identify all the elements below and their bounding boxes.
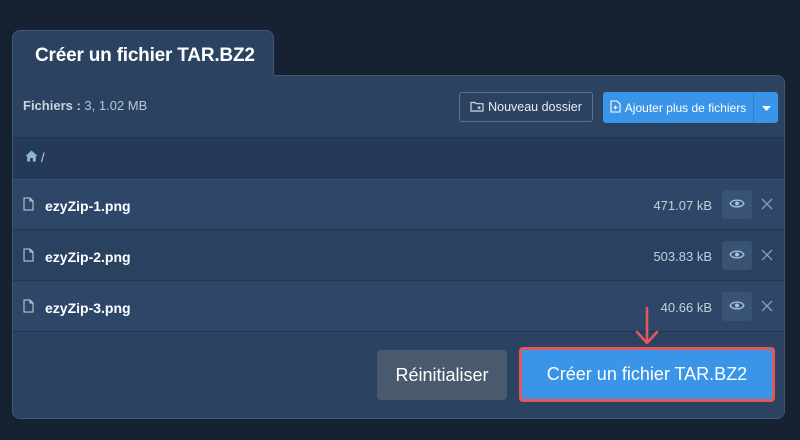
arrow-down-icon <box>634 306 660 351</box>
preview-button[interactable] <box>722 292 752 321</box>
file-size: 471.07 kB <box>653 198 712 213</box>
file-name: ezyZip-3.png <box>45 300 131 316</box>
file-row: ezyZip-2.png 503.83 kB <box>13 230 784 281</box>
close-icon[interactable] <box>759 247 775 263</box>
add-files-label: Ajouter plus de fichiers <box>624 100 747 115</box>
file-size: 40.66 kB <box>660 300 712 315</box>
action-footer: Réinitialiser Créer un fichier TAR.BZ2 <box>13 333 784 418</box>
breadcrumb: / <box>13 138 784 178</box>
breadcrumb-path: / <box>41 150 45 165</box>
file-row: ezyZip-1.png 471.07 kB <box>13 179 784 230</box>
file-name: ezyZip-2.png <box>45 249 131 265</box>
caret-down-icon <box>761 99 771 117</box>
new-folder-button[interactable]: Nouveau dossier <box>459 92 593 122</box>
eye-icon <box>729 247 745 265</box>
add-files-dropdown-toggle[interactable] <box>753 92 778 123</box>
file-panel: Fichiers : 3, 1.02 MB Nouveau dossier Aj… <box>12 75 785 419</box>
eye-icon <box>729 196 745 214</box>
file-icon <box>23 197 34 216</box>
add-files-button[interactable]: Ajouter plus de fichiers <box>603 92 753 123</box>
reset-button[interactable]: Réinitialiser <box>377 350 507 400</box>
file-name: ezyZip-1.png <box>45 198 131 214</box>
tab-create-tarbz2[interactable]: Créer un fichier TAR.BZ2 <box>12 30 274 76</box>
new-folder-label: Nouveau dossier <box>488 100 582 114</box>
home-icon[interactable] <box>25 150 38 165</box>
add-files-button-group: Ajouter plus de fichiers <box>603 92 778 123</box>
preview-button[interactable] <box>722 190 752 219</box>
file-size: 503.83 kB <box>653 249 712 264</box>
eye-icon <box>729 298 745 316</box>
close-icon[interactable] <box>759 298 775 314</box>
preview-button[interactable] <box>722 241 752 270</box>
file-icon <box>23 248 34 267</box>
toolbar: Fichiers : 3, 1.02 MB Nouveau dossier Aj… <box>13 76 784 138</box>
files-summary: Fichiers : 3, 1.02 MB <box>23 98 147 113</box>
close-icon[interactable] <box>759 196 775 212</box>
file-icon <box>23 299 34 318</box>
create-tarbz2-button[interactable]: Créer un fichier TAR.BZ2 <box>519 347 775 402</box>
files-label: Fichiers : <box>23 98 81 113</box>
file-row: ezyZip-3.png 40.66 kB <box>13 281 784 332</box>
files-count-size: 3, 1.02 MB <box>84 98 148 113</box>
tab-title: Créer un fichier TAR.BZ2 <box>35 45 255 66</box>
file-plus-icon <box>610 99 621 116</box>
folder-plus-icon <box>470 100 484 115</box>
